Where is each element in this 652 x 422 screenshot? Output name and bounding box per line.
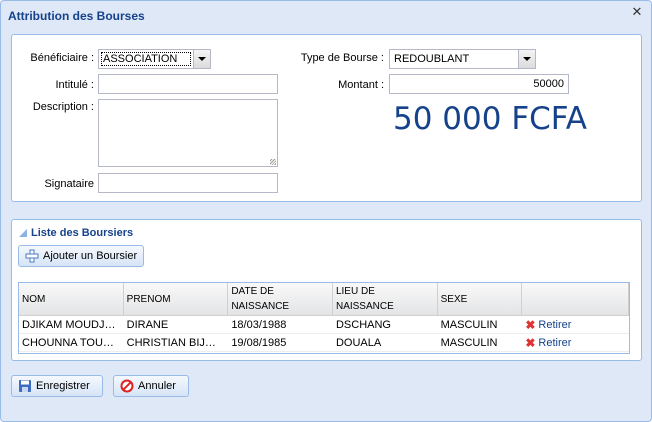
table-row[interactable]: DJIKAM MOUDJEU DIRANE 18/03/1988 DSCHANG… xyxy=(19,316,629,334)
cell-action: ✖ Retirer xyxy=(522,316,629,333)
add-boursier-button[interactable]: Ajouter un Boursier xyxy=(18,245,145,267)
retirer-label: Retirer xyxy=(538,319,572,331)
signataire-input[interactable] xyxy=(98,173,278,193)
column-header-sexe[interactable]: SEXE xyxy=(438,283,523,315)
cell-sexe: MASCULIN xyxy=(440,319,498,331)
cell-nom: DJIKAM MOUDJEU xyxy=(22,319,120,331)
beneficiaire-value: ASSOCIATION xyxy=(99,50,193,68)
montant-label: Montant : xyxy=(338,79,384,91)
form-panel: Bénéficiaire : ASSOCIATION Intitulé : De… xyxy=(11,34,642,202)
cell-nom: CHOUNNA TOUND... xyxy=(22,337,124,349)
cell-date: 18/03/1988 xyxy=(231,319,287,331)
montant-display: 50 000 FCFA xyxy=(393,101,587,137)
signataire-label: Signataire xyxy=(44,178,94,190)
intitule-label: Intitulé : xyxy=(55,79,94,91)
remove-icon: ✖ xyxy=(525,318,536,332)
retirer-label: Retirer xyxy=(538,337,572,349)
cell-prenom: CHRISTIAN BIJOTAT xyxy=(126,337,229,349)
cell-sexe: MASCULIN xyxy=(440,337,498,349)
close-icon[interactable]: ✕ xyxy=(630,5,644,19)
beneficiaire-combo[interactable]: ASSOCIATION xyxy=(98,49,211,69)
boursiers-header[interactable]: Liste des Boursiers xyxy=(19,227,133,239)
cancel-label: Annuler xyxy=(138,380,176,392)
type-bourse-label: Type de Bourse : xyxy=(300,52,384,64)
cancel-icon xyxy=(120,379,134,393)
cell-lieu: DOUALA xyxy=(335,337,382,349)
collapse-icon[interactable] xyxy=(19,229,27,237)
save-button[interactable]: Enregistrer xyxy=(11,375,103,397)
add-user-icon xyxy=(25,249,39,263)
grid-header: NOM PRENOM DATE DE NAISSANCE LIEU DE NAI… xyxy=(19,283,629,316)
attribution-window: Attribution des Bourses ✕ Bénéficiaire :… xyxy=(0,0,652,422)
cell-action: ✖ Retirer xyxy=(522,334,629,351)
floppy-icon xyxy=(18,379,32,393)
cancel-button[interactable]: Annuler xyxy=(113,375,189,397)
type-bourse-value: REDOUBLANT xyxy=(394,53,470,65)
retirer-link[interactable]: ✖ Retirer xyxy=(525,337,625,349)
montant-input[interactable] xyxy=(389,74,569,94)
boursiers-panel: Liste des Boursiers Ajouter un Boursier … xyxy=(11,219,642,361)
resize-grip-icon[interactable] xyxy=(270,159,276,165)
boursiers-grid: NOM PRENOM DATE DE NAISSANCE LIEU DE NAI… xyxy=(18,282,630,354)
cell-date: 19/08/1985 xyxy=(231,337,287,349)
add-boursier-label: Ajouter un Boursier xyxy=(43,250,138,262)
column-header-prenom[interactable]: PRENOM xyxy=(124,283,229,315)
intitule-input[interactable] xyxy=(98,74,278,94)
description-label: Description : xyxy=(32,101,94,113)
remove-icon: ✖ xyxy=(525,336,536,350)
beneficiaire-label: Bénéficiaire : xyxy=(30,52,94,64)
description-textarea[interactable] xyxy=(98,99,278,167)
cell-lieu: DSCHANG xyxy=(335,319,391,331)
boursiers-title: Liste des Boursiers xyxy=(31,227,134,239)
table-row[interactable]: CHOUNNA TOUND... CHRISTIAN BIJOTAT 19/08… xyxy=(19,334,629,352)
window-title: Attribution des Bourses xyxy=(8,9,145,23)
save-label: Enregistrer xyxy=(36,380,90,392)
column-header-nom[interactable]: NOM xyxy=(19,283,124,315)
description-wrapper xyxy=(98,99,278,167)
chevron-down-icon[interactable] xyxy=(193,50,210,68)
column-header-lieu[interactable]: LIEU DE NAISSANCE xyxy=(333,283,438,315)
column-header-action xyxy=(522,283,629,315)
retirer-link[interactable]: ✖ Retirer xyxy=(525,319,625,331)
column-header-date[interactable]: DATE DE NAISSANCE xyxy=(228,283,333,315)
type-bourse-combo[interactable]: REDOUBLANT xyxy=(389,49,536,69)
cell-prenom: DIRANE xyxy=(126,319,169,331)
chevron-down-icon[interactable] xyxy=(518,50,535,68)
